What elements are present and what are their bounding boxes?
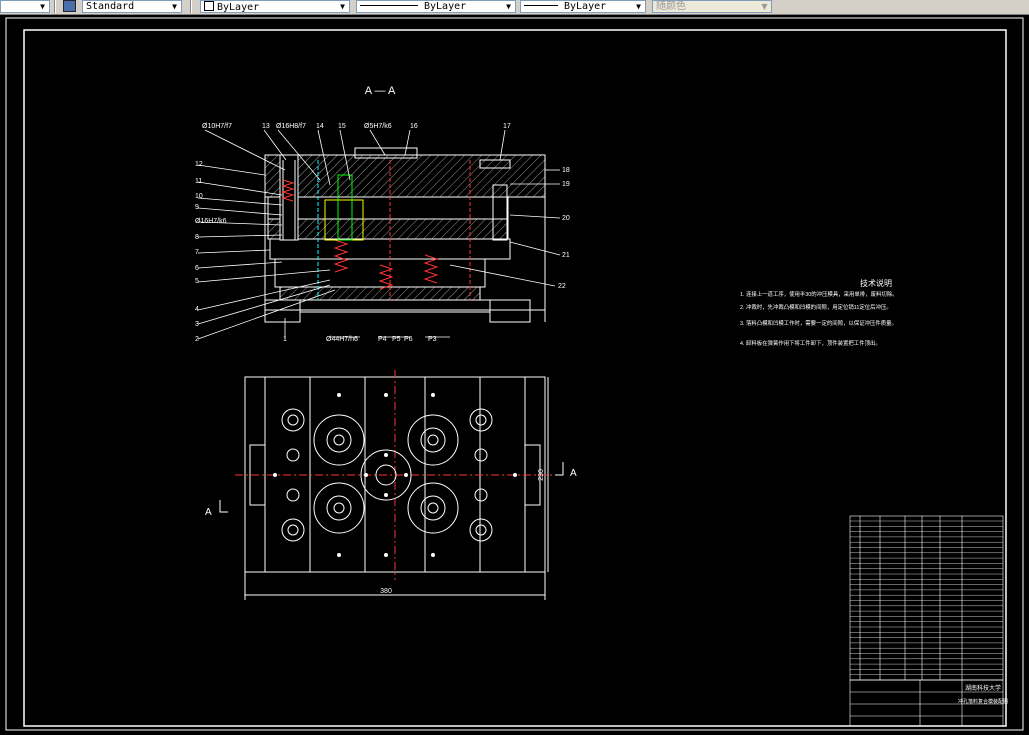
- callout-20: 20: [562, 215, 570, 222]
- callout-p5: P5: [392, 336, 401, 343]
- tech-notes-title: 技术说明: [860, 278, 892, 288]
- callout-16: 16: [410, 123, 418, 130]
- callout-12: 12: [195, 161, 203, 168]
- callout-18: 18: [562, 167, 570, 174]
- callout-13: 13: [262, 123, 270, 130]
- linetype-dropdown[interactable]: ByLayer ▼: [356, 0, 516, 13]
- drawing-canvas[interactable]: A — A Ø10H7/f7 13 Ø16H8/f7 14 15 Ø5H7/k6…: [0, 14, 1029, 735]
- dim-width: 380: [380, 588, 392, 595]
- section-mark-left: A: [205, 507, 212, 518]
- parts-list-rows: [850, 520, 1003, 681]
- tech-note-1: 1. 连接上一道工序，使用半30的冲压模具，采用单排，废料切除。: [740, 290, 898, 298]
- tech-note-4: 4. 卸料板在弹簧作用下将工件卸下，顶件装置把工件顶出。: [740, 339, 881, 347]
- callout-p4: P4: [378, 336, 387, 343]
- lineweight-preview-icon: [524, 5, 558, 6]
- linetype-preview-icon: [360, 5, 418, 6]
- callout-10: 10: [195, 193, 203, 200]
- callout-fit-5: Ø5H7/k6: [364, 123, 392, 130]
- lineweight-value: ByLayer: [564, 1, 607, 12]
- plan-view: [235, 370, 555, 600]
- callout-6: 6: [195, 265, 199, 272]
- color-swatch-icon: [204, 1, 214, 11]
- callout-p3: P3: [428, 336, 437, 343]
- callout-p6: P6: [404, 336, 413, 343]
- callout-17: 17: [503, 123, 511, 130]
- section-mark-right: A: [570, 468, 577, 479]
- callout-fit-44: Ø44H7/h6: [326, 336, 358, 343]
- callout-fit-16b: Ø16H7/k6: [195, 218, 227, 225]
- layer-dropdown[interactable]: ByLayer ▼: [200, 0, 350, 13]
- section-view: [264, 147, 546, 323]
- callout-1: 1: [283, 336, 287, 343]
- tech-note-2: 2. 冲裁时，先冲裁凸模和凹模的间隙，用定位销11定位后冲压。: [740, 303, 892, 311]
- plotstyle-dropdown[interactable]: 随颜色 ▼: [652, 0, 772, 13]
- toolbar-separator: [54, 0, 56, 13]
- tech-note-3: 3. 落料凸模和凹模工作时，需要一定的间隙，以保证冲压件质量。: [740, 319, 897, 327]
- chevron-down-icon: ▼: [636, 2, 641, 11]
- callout-19: 19: [562, 181, 570, 188]
- properties-toolbar: ▼ Standard ▼ ByLayer ▼ ByLayer ▼ ByLayer…: [0, 0, 1029, 15]
- lineweight-dropdown[interactable]: ByLayer ▼: [520, 0, 646, 13]
- title-school: 湖南科技大学: [965, 684, 1001, 692]
- title-drawing-name: 冲孔落料复合模装配图: [958, 698, 1008, 705]
- section-marker-right: [555, 462, 564, 476]
- callout-4: 4: [195, 306, 199, 313]
- callout-21: 21: [562, 252, 570, 259]
- textstyle-dropdown[interactable]: Standard ▼: [82, 0, 182, 13]
- prev-dropdown-tail[interactable]: ▼: [0, 0, 50, 13]
- chevron-down-icon: ▼: [172, 2, 177, 11]
- chevron-down-icon: ▼: [340, 2, 345, 11]
- callout-5: 5: [195, 278, 199, 285]
- plotstyle-value: 随颜色: [656, 1, 686, 12]
- section-title: A — A: [365, 85, 396, 97]
- linetype-value: ByLayer: [424, 1, 467, 12]
- callout-9: 9: [195, 204, 199, 211]
- chevron-down-icon: ▼: [506, 2, 511, 11]
- callout-22: 22: [558, 283, 566, 290]
- textstyle-icon[interactable]: [60, 0, 78, 13]
- callout-fit-16: Ø16H8/f7: [276, 123, 306, 130]
- callout-fit-10: Ø10H7/f7: [202, 123, 232, 130]
- layer-value: ByLayer: [217, 2, 260, 13]
- tech-notes: 1. 连接上一道工序，使用半30的冲压模具，采用单排，废料切除。 2. 冲裁时，…: [740, 290, 898, 347]
- dim-height: 230: [538, 469, 545, 481]
- callout-7: 7: [195, 249, 199, 256]
- callout-14: 14: [316, 123, 324, 130]
- callout-8: 8: [195, 234, 199, 241]
- sheet-outer-border: [5, 17, 1024, 731]
- callout-15: 15: [338, 123, 346, 130]
- callout-3: 3: [195, 321, 199, 328]
- callout-11: 11: [195, 178, 202, 185]
- callout-2: 2: [195, 336, 199, 343]
- chevron-down-icon: ▼: [761, 2, 768, 11]
- textstyle-value: Standard: [86, 1, 135, 12]
- section-marker-left: [219, 500, 228, 513]
- toolbar-separator: [190, 0, 192, 13]
